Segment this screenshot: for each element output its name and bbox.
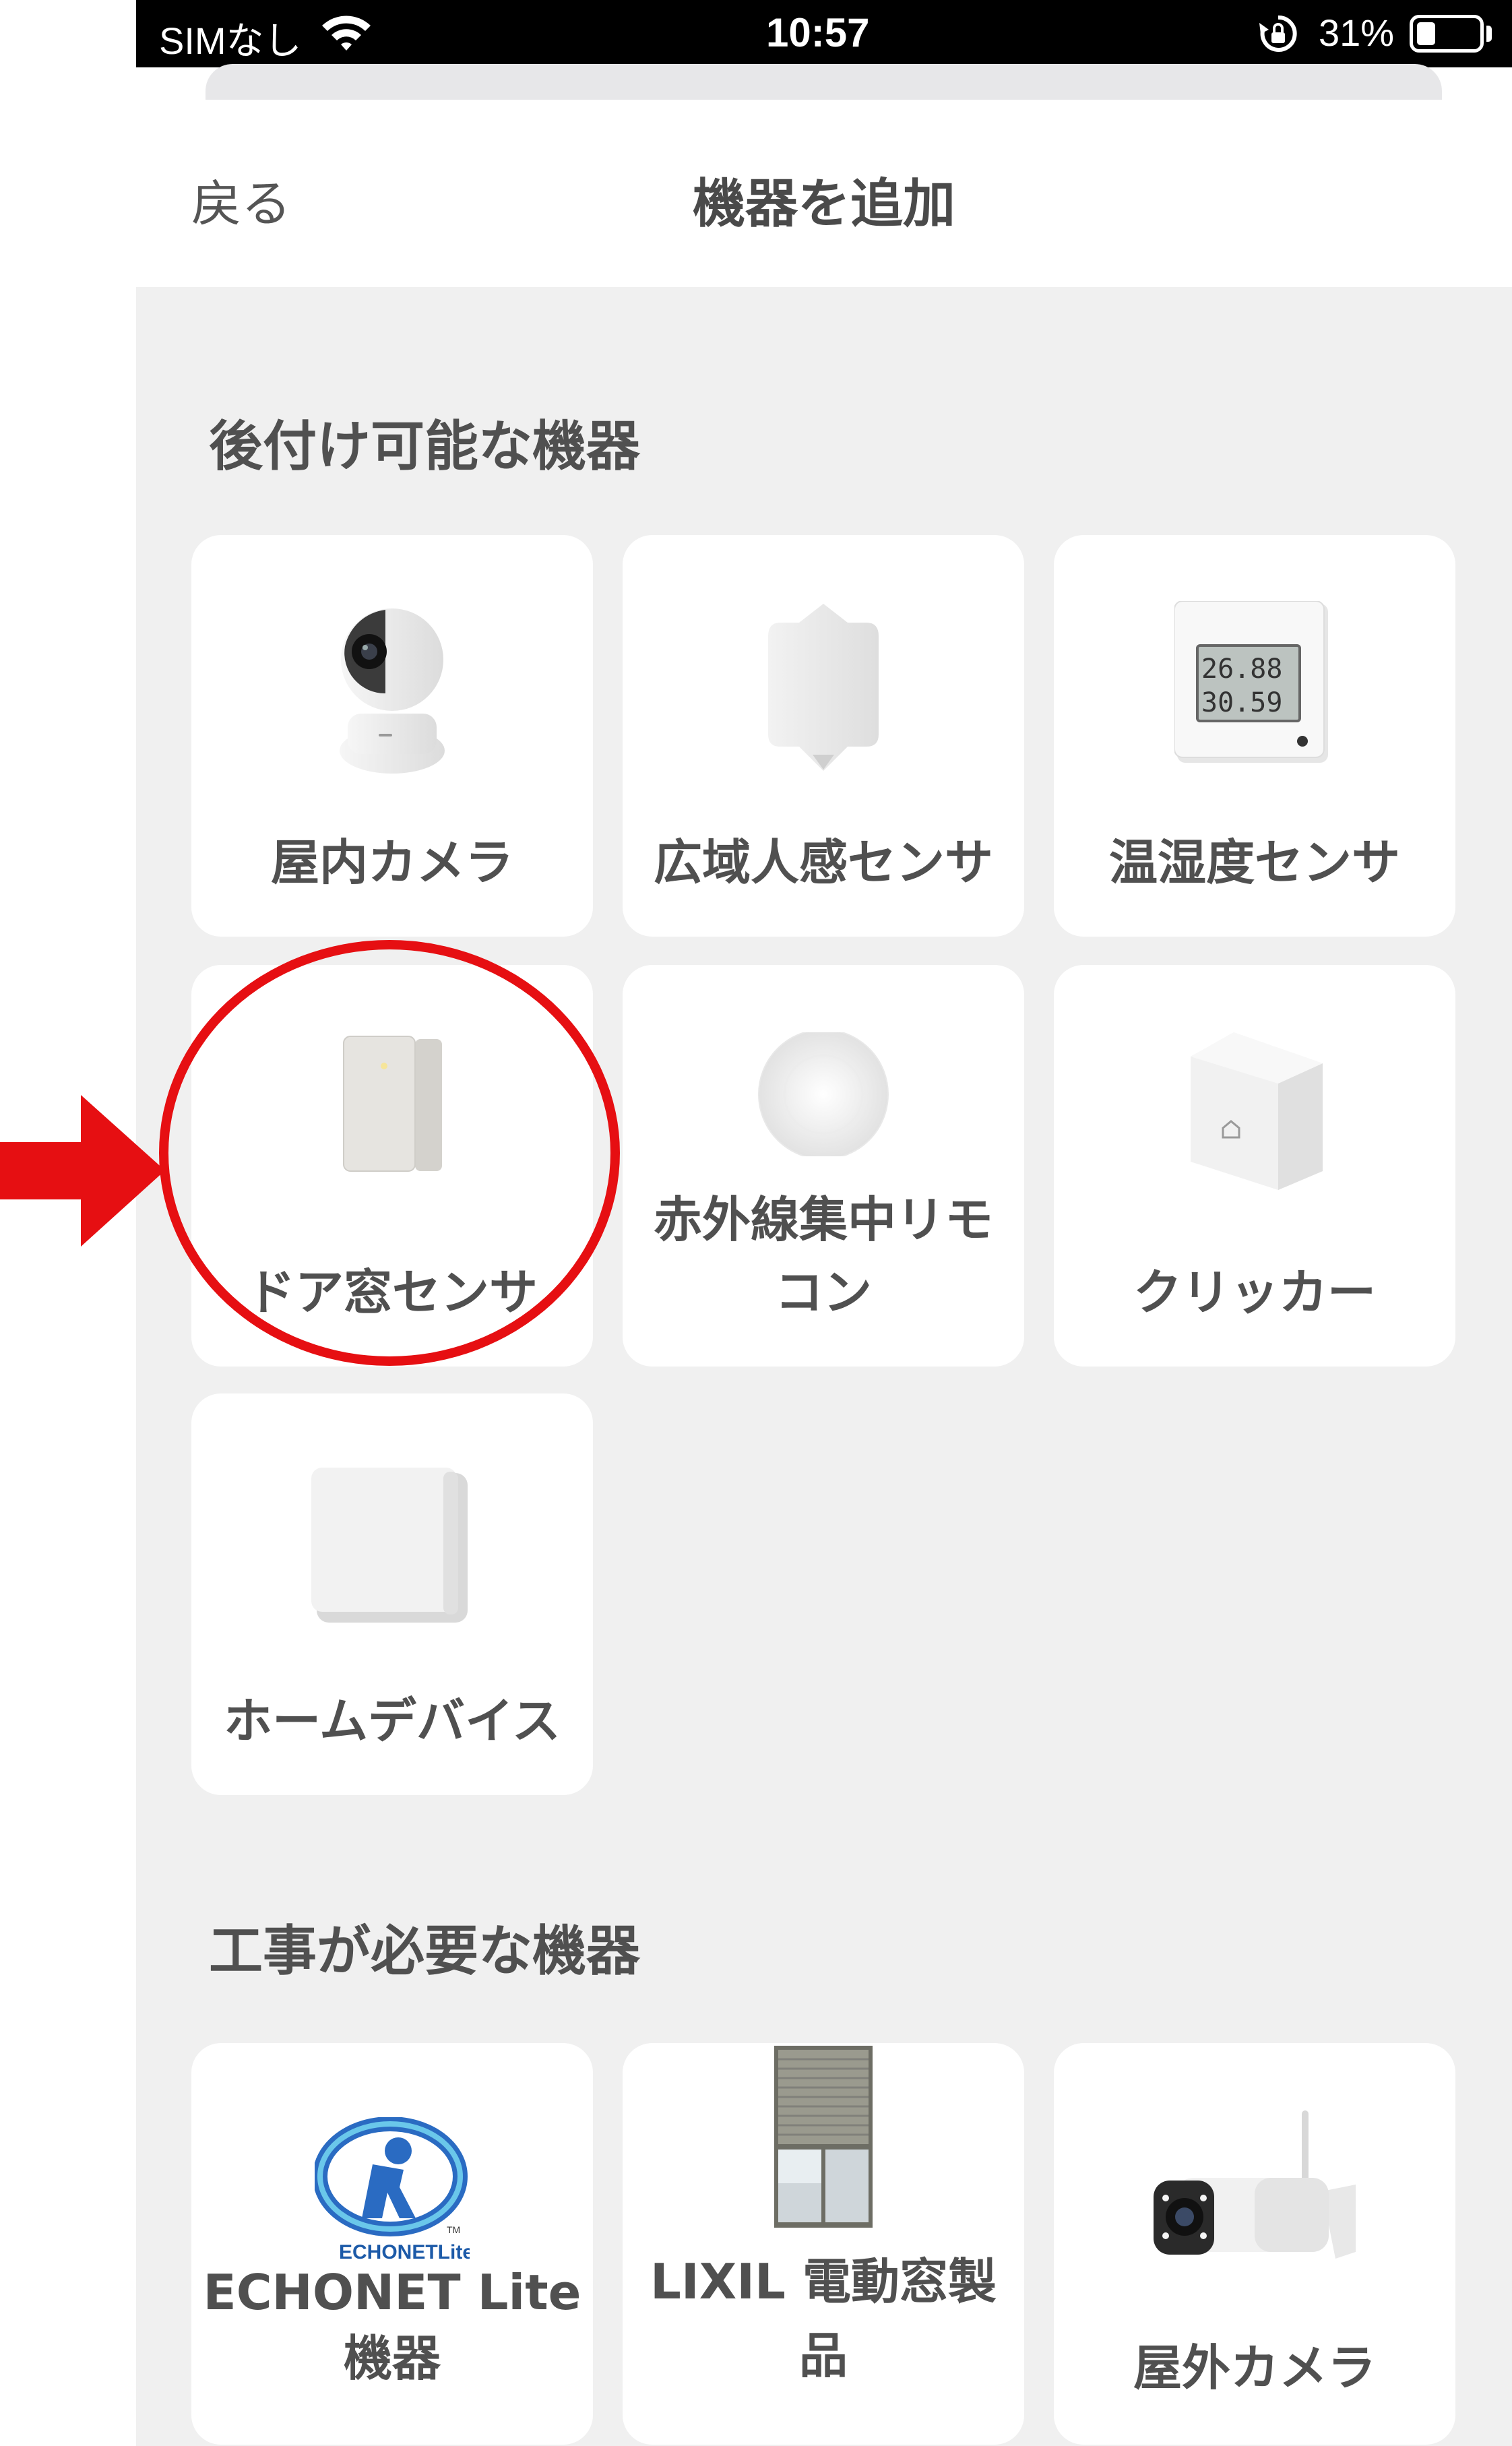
carrier-label: SIMなし — [159, 20, 302, 62]
device-label: 屋外カメラ — [1133, 2340, 1376, 2396]
home-device-icon — [311, 1468, 468, 1623]
device-label-line1: LIXIL 電動窓製 — [650, 2253, 997, 2310]
thermo-hygrometer-icon: 26.88 30.59 — [1174, 601, 1328, 763]
device-card-motion-sensor[interactable]: 広域人感センサ — [623, 535, 1024, 937]
display-temp: 26.88 — [1201, 654, 1282, 685]
device-label: 広域人感センサ — [653, 834, 993, 891]
device-card-echonet-lite[interactable]: ECHONETLite TM ECHONET Lite 機器 — [191, 2043, 593, 2445]
lixil-shutter-icon — [774, 2046, 873, 2228]
rotation-lock-icon — [1259, 15, 1297, 52]
device-label: クリッカー — [1133, 1264, 1376, 1321]
device-label: 屋内カメラ — [270, 834, 513, 891]
section-title-installation-required: 工事が必要な機器 — [209, 1920, 640, 1982]
device-label-line2: 品 — [798, 2327, 848, 2384]
background-sheet — [206, 64, 1442, 104]
device-label-line1: 赤外線集中リモ — [653, 1191, 993, 1248]
battery-percent: 31% — [1319, 11, 1395, 54]
page-title: 機器を追加 — [692, 174, 955, 234]
logo-tm: TM — [447, 2224, 460, 2235]
clicker-icon — [1191, 1032, 1323, 1190]
device-label-line2: コン — [774, 1264, 872, 1321]
indoor-camera-icon — [340, 608, 445, 774]
device-card-ir-remote[interactable]: 赤外線集中リモ コン — [623, 965, 1024, 1367]
wifi-icon — [322, 15, 371, 51]
device-list: 後付け可能な機器 屋内カメラ 広域人感センサ 26.88 30.59 温湿度セン… — [136, 287, 1512, 2446]
device-card-lixil-window[interactable]: LIXIL 電動窓製 品 — [623, 2043, 1024, 2445]
status-bar: SIMなし 10:57 31% — [136, 0, 1512, 67]
device-card-indoor-camera[interactable]: 屋内カメラ — [191, 535, 593, 937]
device-label-line1: ECHONET Lite — [203, 2264, 581, 2321]
motion-sensor-icon — [768, 604, 879, 771]
nav-header: 戻る 機器を追加 — [136, 100, 1512, 287]
battery-icon — [1410, 15, 1484, 53]
device-card-clicker[interactable]: クリッカー — [1054, 965, 1455, 1367]
device-card-home-device[interactable]: ホームデバイス — [191, 1393, 593, 1795]
red-arrow-annotation — [0, 1095, 165, 1247]
display-humidity: 30.59 — [1201, 687, 1282, 718]
device-label: 温湿度センサ — [1108, 834, 1400, 891]
battery-nub — [1486, 26, 1492, 42]
ir-remote-icon — [758, 1032, 889, 1156]
device-label: ホームデバイス — [224, 1693, 561, 1749]
outdoor-camera-icon — [1154, 2110, 1356, 2259]
echonet-lite-logo: ECHONETLite TM — [315, 2117, 470, 2263]
red-circle-annotation — [159, 940, 620, 1366]
device-card-outdoor-camera[interactable]: 屋外カメラ — [1054, 2043, 1455, 2445]
clock: 10:57 — [766, 10, 870, 55]
device-card-thermo-hygro-sensor[interactable]: 26.88 30.59 温湿度センサ — [1054, 535, 1455, 937]
section-title-retrofit: 後付け可能な機器 — [209, 415, 640, 478]
device-label-line2: 機器 — [343, 2330, 441, 2387]
